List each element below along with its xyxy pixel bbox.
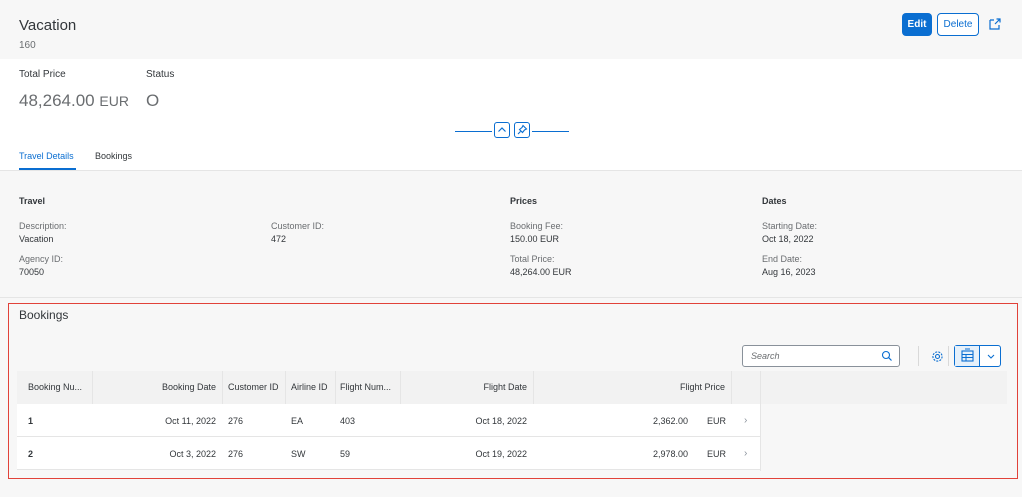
cell-flight-date: Oct 19, 2022: [475, 449, 527, 459]
cell-airline-id: EA: [291, 416, 304, 426]
page-title: Vacation: [19, 17, 77, 34]
cell-booking-date: Oct 3, 2022: [169, 449, 216, 459]
table-header: Booking Nu... Booking Date Customer ID A…: [17, 371, 1007, 404]
pin-header-button[interactable]: [514, 122, 530, 138]
export-split-button[interactable]: [954, 345, 1001, 367]
total-price-currency: EUR: [99, 93, 129, 109]
column-separator: [731, 371, 732, 404]
column-separator: [335, 371, 336, 404]
table-row[interactable]: 2 Oct 3, 2022 276 SW 59 Oct 19, 2022 2,9…: [17, 437, 760, 470]
search-icon[interactable]: [881, 350, 893, 362]
cell-customer-id: 276: [228, 449, 244, 459]
collapse-header-button[interactable]: [494, 122, 510, 138]
cell-flight-number: 59: [340, 449, 351, 459]
chevron-up-icon: [498, 127, 506, 132]
section-divider: [0, 297, 1022, 298]
anchor-bar: Travel Details Bookings: [0, 142, 1022, 171]
chevron-right-icon[interactable]: ›: [744, 415, 747, 426]
cell-customer-id: 276: [228, 416, 244, 426]
cell-currency: EUR: [707, 416, 727, 426]
total-price-amount: 48,264.00: [19, 91, 95, 110]
total-price-value: 48,264.00 EUR: [19, 91, 129, 111]
chevron-right-icon[interactable]: ›: [744, 448, 747, 459]
cell-booking-date: Oct 11, 2022: [165, 416, 216, 426]
travel-heading: Travel: [19, 196, 46, 206]
tab-travel-details[interactable]: Travel Details: [19, 151, 74, 161]
toolbar-separator: [918, 346, 919, 366]
column-flight-number[interactable]: Flight Num...: [340, 382, 391, 392]
total-price-field-value: 48,264.00 EUR: [510, 267, 572, 277]
agency-id-value: 70050: [19, 267, 45, 277]
chevron-down-icon[interactable]: [981, 346, 1001, 366]
cell-currency: EUR: [707, 449, 727, 459]
object-page-header: Vacation 160 Edit Delete: [0, 0, 1022, 59]
bookings-title: Bookings: [19, 308, 69, 322]
spreadsheet-icon: [961, 348, 974, 362]
status-label: Status: [146, 69, 175, 80]
dates-heading: Dates: [762, 196, 787, 206]
column-customer-id[interactable]: Customer ID: [228, 382, 279, 392]
pin-icon: [517, 124, 528, 135]
customer-id-value: 472: [271, 234, 287, 244]
starting-date-label: Starting Date:: [762, 221, 818, 231]
cell-flight-price: 2,362.00: [652, 416, 688, 426]
booking-fee-value: 150.00 EUR: [510, 234, 560, 244]
column-separator: [222, 371, 223, 404]
status-value: O: [146, 91, 160, 110]
page-subtitle: 160: [19, 40, 36, 51]
end-date-value: Aug 16, 2023: [762, 267, 816, 277]
total-price-field-label: Total Price:: [510, 254, 555, 264]
booking-fee-label: Booking Fee:: [510, 221, 564, 231]
search-field[interactable]: Search: [742, 345, 900, 367]
cell-booking-number: 2: [28, 449, 34, 459]
column-flight-date[interactable]: Flight Date: [401, 382, 527, 392]
column-separator: [760, 371, 761, 404]
collapse-line-right: [532, 131, 569, 132]
column-airline-id[interactable]: Airline ID: [291, 382, 328, 392]
column-booking-date[interactable]: Booking Date: [93, 382, 216, 392]
column-booking-number[interactable]: Booking Nu...: [28, 382, 82, 392]
description-value: Vacation: [19, 234, 54, 244]
table-row[interactable]: 1 Oct 11, 2022 276 EA 403 Oct 18, 2022 2…: [17, 404, 760, 437]
customer-id-label: Customer ID:: [271, 221, 325, 231]
column-flight-price[interactable]: Flight Price: [534, 382, 725, 392]
prices-heading: Prices: [510, 196, 538, 206]
tab-bookings[interactable]: Bookings: [95, 151, 132, 161]
table-empty-area: [760, 404, 1007, 471]
tab-divider: [0, 170, 1022, 171]
total-price-label: Total Price: [19, 69, 66, 80]
cell-airline-id: SW: [291, 449, 306, 459]
cell-flight-date: Oct 18, 2022: [475, 416, 527, 426]
collapse-line-left: [455, 131, 492, 132]
end-date-label: End Date:: [762, 254, 803, 264]
cell-flight-number: 403: [340, 416, 356, 426]
search-input[interactable]: Search: [751, 351, 780, 361]
starting-date-value: Oct 18, 2022: [762, 234, 814, 244]
description-label: Description:: [19, 221, 67, 231]
export-button[interactable]: [955, 346, 980, 366]
cell-flight-price: 2,978.00: [652, 449, 688, 459]
agency-id-label: Agency ID:: [19, 254, 64, 264]
share-icon[interactable]: [987, 16, 1003, 32]
toolbar-separator-2: [948, 346, 949, 366]
column-separator: [285, 371, 286, 404]
edit-button[interactable]: Edit: [902, 13, 932, 36]
gear-icon[interactable]: [931, 350, 944, 363]
delete-button[interactable]: Delete: [937, 13, 979, 36]
cell-booking-number: 1: [28, 416, 34, 426]
